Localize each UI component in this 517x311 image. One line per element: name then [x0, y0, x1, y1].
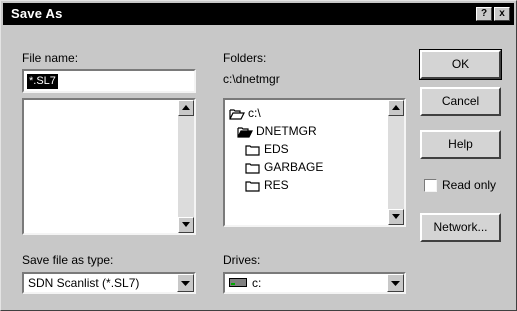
drives-value: c: [252, 276, 262, 290]
folder-name: RES [264, 178, 289, 192]
folder-name: DNETMGR [256, 124, 317, 138]
chevron-down-icon [391, 281, 400, 286]
arrow-down-icon [392, 214, 400, 219]
folder-item-res[interactable]: RES [245, 176, 289, 194]
title-bar: Save As ? x [3, 3, 514, 25]
close-button[interactable]: x [494, 7, 510, 21]
file-list-scrollbar[interactable] [178, 100, 194, 233]
ok-button[interactable]: OK [419, 49, 502, 80]
save-type-select[interactable]: SDN Scanlist (*.SL7) [22, 272, 196, 294]
folder-item-eds[interactable]: EDS [245, 140, 289, 158]
file-name-label: File name: [22, 51, 79, 65]
folder-list[interactable]: c:\ DNETMGR EDS GARBAGE RES [223, 98, 406, 227]
drives-value-wrap: c: [229, 276, 261, 290]
dialog-title: Save As [11, 6, 63, 21]
arrow-up-icon [182, 105, 190, 110]
save-type-label: Save file as type: [22, 253, 114, 267]
help-button[interactable]: Help [420, 130, 501, 159]
open-folder-icon [229, 109, 245, 120]
read-only-label[interactable]: Read only [442, 178, 496, 192]
folder-icon [245, 181, 260, 192]
arrow-down-icon [182, 222, 190, 227]
arrow-up-icon [392, 105, 400, 110]
file-name-value: *.SL7 [27, 74, 58, 89]
file-list[interactable] [22, 98, 196, 235]
save-type-dropdown-button[interactable] [177, 274, 194, 292]
folder-item-dnetmgr[interactable]: DNETMGR [237, 122, 317, 140]
scroll-up-button[interactable] [388, 100, 404, 116]
help-title-button[interactable]: ? [476, 7, 492, 21]
save-type-value: SDN Scanlist (*.SL7) [28, 276, 140, 290]
folder-item-garbage[interactable]: GARBAGE [245, 158, 323, 176]
drives-select[interactable]: c: [223, 272, 406, 294]
scroll-down-button[interactable] [388, 209, 404, 225]
folder-list-scrollbar[interactable] [388, 100, 404, 225]
drive-icon [229, 278, 247, 287]
save-as-dialog: Save As ? x File name: *.SL7 Folders: c:… [0, 0, 517, 311]
network-button[interactable]: Network... [420, 213, 501, 242]
drives-dropdown-button[interactable] [387, 274, 404, 292]
scroll-up-button[interactable] [178, 100, 194, 116]
current-path: c:\dnetmgr [223, 72, 280, 86]
folders-label: Folders: [223, 51, 267, 65]
scroll-down-button[interactable] [178, 217, 194, 233]
folder-name: c:\ [248, 106, 261, 120]
folder-name: GARBAGE [264, 160, 324, 174]
drives-label: Drives: [223, 253, 261, 267]
folder-icon [245, 163, 260, 174]
read-only-checkbox[interactable] [424, 179, 437, 192]
folder-icon [245, 145, 260, 156]
folder-name: EDS [264, 142, 289, 156]
file-name-input[interactable]: *.SL7 [22, 69, 196, 93]
chevron-down-icon [181, 281, 190, 286]
open-folder-icon [237, 127, 253, 138]
folder-item-root[interactable]: c:\ [229, 104, 261, 122]
cancel-button[interactable]: Cancel [420, 87, 501, 116]
